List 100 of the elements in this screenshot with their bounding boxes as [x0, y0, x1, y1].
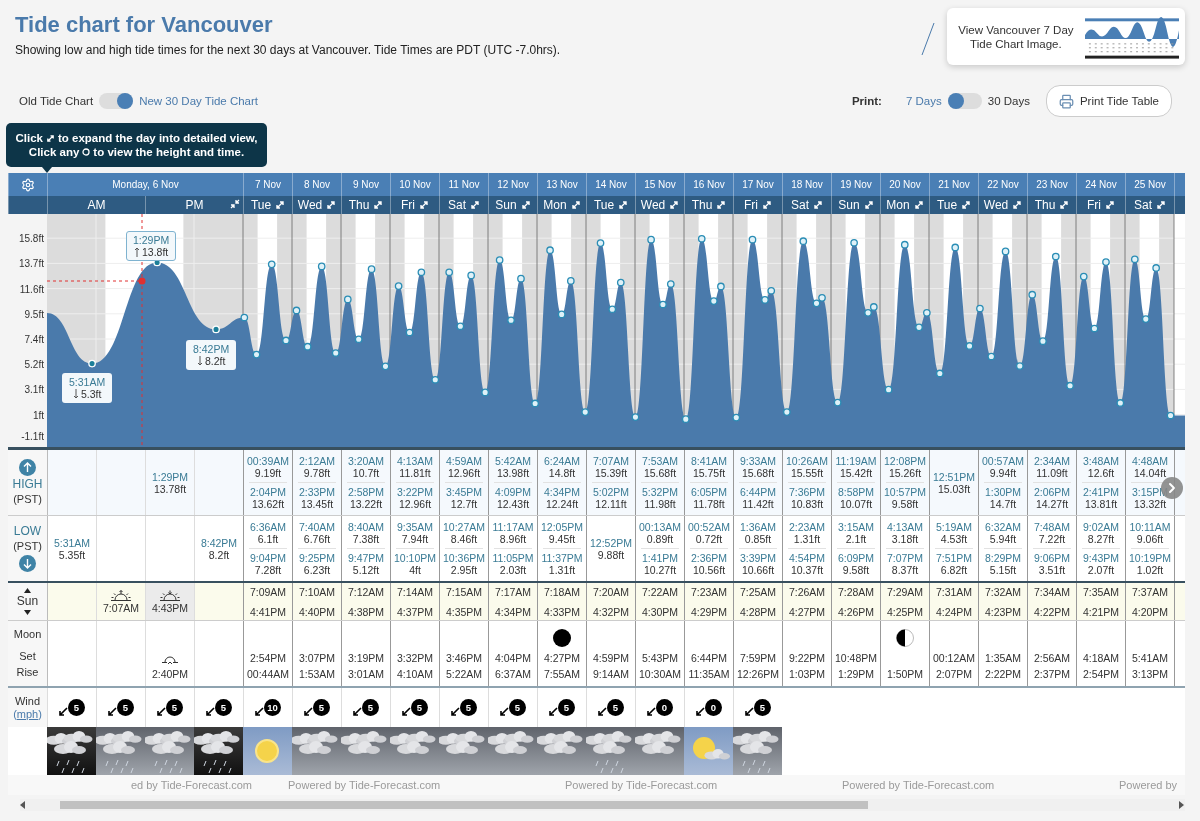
tide-point[interactable] [965, 342, 974, 350]
expand-icon[interactable] [45, 133, 55, 143]
tide-point[interactable] [431, 375, 440, 384]
tide-point[interactable] [1079, 272, 1088, 281]
tide-point[interactable] [936, 369, 944, 378]
tide-point[interactable] [1051, 252, 1060, 261]
tide-point[interactable] [292, 306, 301, 315]
tide-point[interactable] [456, 322, 465, 331]
tide-point[interactable] [394, 282, 403, 290]
tide-point[interactable] [864, 309, 872, 317]
tide-point[interactable] [317, 262, 326, 271]
expand-icon[interactable] [863, 200, 874, 210]
expand-icon[interactable] [762, 200, 772, 210]
tide-point[interactable] [1116, 399, 1125, 407]
tide-point[interactable] [467, 271, 475, 280]
expand-icon[interactable] [470, 200, 480, 210]
tide-point[interactable] [761, 296, 769, 304]
tide-point[interactable] [951, 243, 960, 252]
tide-point[interactable] [303, 342, 312, 351]
tide-point[interactable] [697, 234, 706, 243]
tide-point[interactable] [405, 328, 414, 337]
tide-point[interactable] [987, 352, 996, 361]
tide-point[interactable] [1066, 381, 1074, 390]
expand-icon[interactable] [716, 200, 727, 210]
tide-point[interactable] [495, 256, 504, 264]
tide-point[interactable] [343, 295, 352, 304]
horizontal-scrollbar[interactable] [20, 799, 1185, 811]
expand-icon[interactable] [520, 200, 531, 210]
tide-point[interactable] [1102, 258, 1110, 266]
tide-point[interactable] [884, 385, 893, 394]
tide-point[interactable] [517, 274, 525, 283]
tide-image-card[interactable]: View Vancouver 7 Day Tide Chart Image. [947, 8, 1185, 65]
tide-point[interactable] [647, 235, 655, 244]
tide-point[interactable] [799, 237, 808, 246]
tide-point[interactable] [581, 408, 590, 416]
tide-point[interactable] [481, 388, 489, 397]
collapse-icon[interactable] [229, 199, 240, 209]
tide-point[interactable] [717, 282, 725, 291]
tide-point[interactable] [900, 240, 909, 249]
tide-point[interactable] [1130, 255, 1139, 264]
scrollbar-thumb[interactable] [60, 801, 868, 809]
tide-point[interactable] [1090, 324, 1099, 333]
expand-icon[interactable] [1012, 200, 1023, 210]
tide-point[interactable] [267, 260, 276, 269]
tide-point[interactable] [748, 235, 757, 244]
tide-point[interactable] [507, 316, 515, 325]
tide-point[interactable] [1152, 264, 1160, 272]
tide-point[interactable] [915, 323, 923, 332]
tide-point[interactable] [1015, 362, 1024, 370]
tide-point[interactable] [833, 398, 842, 407]
expand-icon[interactable] [419, 200, 429, 210]
tide-point[interactable] [666, 280, 675, 288]
tide-point[interactable] [566, 277, 575, 285]
tide-point[interactable] [1141, 315, 1150, 323]
expand-icon[interactable] [1105, 200, 1115, 210]
tide-point[interactable] [381, 362, 390, 371]
tide-point[interactable] [1166, 411, 1175, 420]
expand-icon[interactable] [961, 200, 972, 210]
tide-point[interactable] [531, 399, 539, 408]
tide-point[interactable] [367, 265, 376, 273]
tide-point[interactable] [445, 268, 453, 277]
tide-point[interactable] [783, 408, 791, 416]
tide-point[interactable] [850, 238, 858, 247]
tide-point[interactable] [709, 297, 718, 305]
tide-point[interactable] [1028, 290, 1037, 299]
expand-icon[interactable] [1156, 200, 1166, 210]
tide-point[interactable] [557, 310, 566, 319]
tide-point[interactable] [732, 413, 741, 422]
tide-point[interactable] [923, 309, 931, 317]
tide-point[interactable] [767, 286, 776, 295]
tide-point[interactable] [546, 246, 554, 255]
tide-point[interactable] [596, 239, 605, 247]
expand-icon[interactable] [570, 200, 581, 210]
tide-point[interactable] [631, 413, 640, 421]
tide-point[interactable] [331, 349, 340, 357]
tide-point[interactable] [818, 294, 826, 302]
tide-point[interactable] [417, 268, 426, 277]
expand-icon[interactable] [669, 200, 680, 210]
print-tide-table-button[interactable]: Print Tide Table [1045, 85, 1172, 117]
tide-point[interactable] [976, 304, 984, 313]
expand-icon[interactable] [618, 200, 629, 210]
expand-icon[interactable] [913, 200, 924, 210]
tide-point[interactable] [354, 335, 363, 344]
tide-point[interactable] [1001, 247, 1010, 256]
tide-point[interactable] [608, 305, 617, 314]
tide-point[interactable] [1039, 337, 1047, 345]
tide-point[interactable] [252, 350, 261, 359]
tide-point[interactable] [282, 336, 290, 345]
tide-point[interactable] [616, 278, 625, 287]
expand-icon[interactable] [1059, 200, 1070, 210]
expand-icon[interactable] [813, 200, 823, 210]
tide-point[interactable] [869, 303, 878, 311]
tide-point[interactable] [240, 313, 249, 322]
expand-icon[interactable] [275, 200, 286, 210]
expand-icon[interactable] [326, 200, 337, 210]
tide-point[interactable] [659, 300, 667, 309]
print-range-switch[interactable] [947, 93, 982, 109]
settings-icon[interactable] [21, 177, 35, 192]
expand-icon[interactable] [373, 200, 384, 210]
tide-point[interactable] [681, 415, 690, 423]
